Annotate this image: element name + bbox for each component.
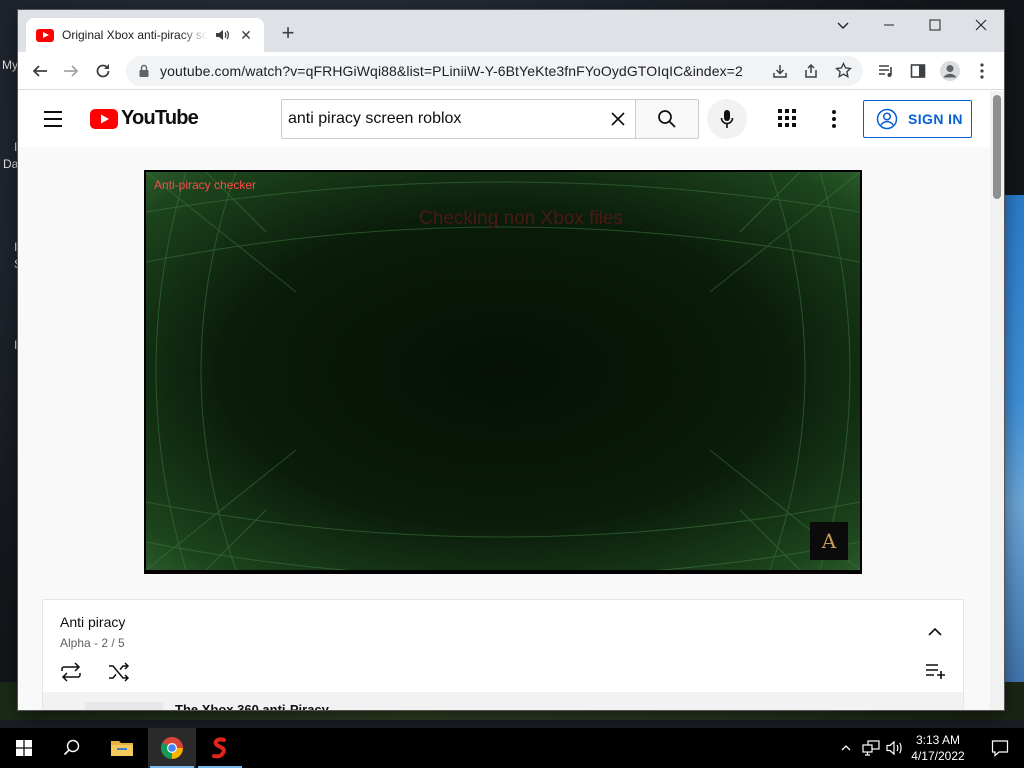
video-frame: Anti-piracy checker Checking non Xbox fi…: [146, 172, 860, 570]
browser-menu-icon[interactable]: [970, 59, 994, 83]
close-window-icon[interactable]: [958, 10, 1004, 40]
desktop-icon-label[interactable]: I: [14, 240, 17, 254]
playlist-subtitle: Alpha - 2 / 5: [60, 636, 125, 650]
start-windows-icon[interactable]: [0, 728, 48, 768]
system-clock[interactable]: 3:13 AM 4/17/2022: [906, 732, 970, 764]
playlist-item-thumbnail: [85, 702, 163, 710]
microphone-icon: [720, 110, 734, 128]
voice-search-button[interactable]: [707, 99, 747, 139]
taskbar-search-icon[interactable]: [48, 728, 96, 768]
youtube-logo[interactable]: YouTube: [90, 107, 199, 130]
settings-more-icon[interactable]: [831, 109, 837, 134]
loop-playlist-icon[interactable]: [59, 662, 83, 682]
tab-search-chevron-icon[interactable]: [820, 10, 866, 40]
back-arrow-icon[interactable]: [28, 59, 52, 83]
playlist-panel: Anti piracy Alpha - 2 / 5 The Xbox 360 a…: [42, 599, 964, 710]
forward-arrow-icon[interactable]: [59, 59, 83, 83]
apps-grid-icon[interactable]: [777, 108, 797, 133]
tab-strip: Original Xbox anti-piracy scre ✕ +: [18, 10, 1004, 52]
side-panel-icon[interactable]: [906, 59, 930, 83]
playlist-item[interactable]: The Xbox 360 anti-Piracy: [43, 692, 963, 710]
collapse-chevron-up-icon[interactable]: [927, 624, 943, 640]
desktop-icon-label[interactable]: Da: [3, 157, 18, 171]
playlist-item-title: The Xbox 360 anti-Piracy: [175, 702, 329, 710]
clear-search-icon[interactable]: [608, 109, 628, 129]
share-icon[interactable]: [803, 63, 819, 79]
volume-icon[interactable]: [884, 728, 906, 768]
chrome-taskbar-icon[interactable]: [148, 728, 196, 768]
taskbar: 3:13 AM 4/17/2022: [0, 728, 1024, 768]
browser-toolbar: youtube.com/watch?v=qFRHGiWqi88&list=PLi…: [18, 52, 1004, 90]
youtube-favicon-icon: [36, 28, 54, 42]
search-button[interactable]: [635, 99, 699, 139]
tab-title: Original Xbox anti-piracy scre: [62, 28, 208, 42]
clock-time: 3:13 AM: [915, 733, 961, 747]
youtube-masthead: YouTube anti piracy screen roblox SIGN I…: [18, 91, 990, 147]
clock-date: 4/17/2022: [911, 749, 965, 763]
desktop-icon-label[interactable]: I: [14, 140, 17, 154]
search-query[interactable]: anti piracy screen roblox: [288, 110, 461, 128]
video-player[interactable]: Anti-piracy checker Checking non Xbox fi…: [144, 170, 862, 574]
page-scrollbar[interactable]: [990, 91, 1004, 710]
search-icon: [658, 110, 676, 128]
file-explorer-icon[interactable]: [98, 728, 146, 768]
roblox-studio-icon[interactable]: [196, 728, 244, 768]
youtube-play-icon: [90, 108, 118, 129]
network-icon[interactable]: [860, 728, 882, 768]
hamburger-menu-icon[interactable]: [42, 109, 66, 134]
speaker-icon[interactable]: [214, 27, 230, 43]
youtube-logo-text: YouTube: [121, 107, 199, 129]
desktop-icon-label[interactable]: I: [14, 338, 17, 352]
url-text[interactable]: youtube.com/watch?v=qFRHGiWqi88&list=PLi…: [160, 63, 743, 79]
address-bar[interactable]: youtube.com/watch?v=qFRHGiWqi88&list=PLi…: [126, 56, 863, 86]
channel-watermark[interactable]: A: [810, 522, 848, 560]
shuffle-playlist-icon[interactable]: [107, 662, 131, 682]
notifications-icon[interactable]: [976, 728, 1024, 768]
install-app-icon[interactable]: [772, 63, 788, 79]
maximize-icon[interactable]: [912, 10, 958, 40]
minimize-icon[interactable]: [866, 10, 912, 40]
reload-icon[interactable]: [91, 59, 115, 83]
desktop-wallpaper-fragment: [1004, 195, 1024, 705]
bookmark-star-icon[interactable]: [835, 62, 852, 79]
lock-icon[interactable]: [138, 64, 150, 78]
save-playlist-icon[interactable]: [925, 662, 947, 680]
sign-in-button[interactable]: SIGN IN: [863, 100, 972, 138]
overlay-status-text: Checking non Xbox files: [419, 208, 623, 229]
sign-in-label: SIGN IN: [908, 111, 963, 127]
close-tab-icon[interactable]: ✕: [238, 27, 254, 44]
browser-window: Original Xbox anti-piracy scre ✕ + youtu…: [18, 10, 1004, 710]
playlist-title[interactable]: Anti piracy: [60, 614, 125, 630]
media-control-icon[interactable]: [874, 59, 898, 83]
new-tab-plus-icon[interactable]: +: [276, 22, 300, 46]
search-input[interactable]: anti piracy screen roblox: [281, 99, 636, 139]
browser-tab[interactable]: Original Xbox anti-piracy scre ✕: [26, 18, 264, 52]
account-circle-icon: [876, 108, 898, 130]
desktop-icon-label[interactable]: My: [2, 58, 18, 72]
tray-overflow-chevron-icon[interactable]: [836, 728, 856, 768]
profile-avatar-icon[interactable]: [938, 59, 962, 83]
overlay-label: Anti-piracy checker: [154, 178, 257, 192]
scrollbar-thumb[interactable]: [993, 95, 1001, 199]
grid-backdrop-graphic: [146, 172, 860, 570]
youtube-page: YouTube anti piracy screen roblox SIGN I…: [18, 91, 1004, 710]
